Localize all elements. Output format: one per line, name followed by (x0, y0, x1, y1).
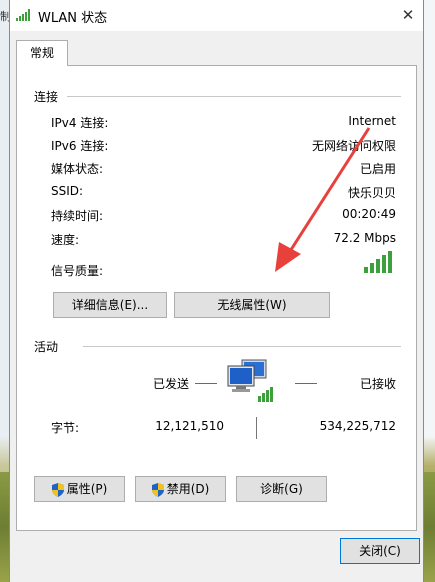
close-button[interactable]: 关闭(C) (340, 538, 420, 564)
window-title: WLAN 状态 (38, 11, 108, 26)
speed-label: 速度: (51, 233, 80, 247)
wireless-properties-button[interactable]: 无线属性(W) (174, 292, 330, 318)
duration-value: 00:20:49 (342, 207, 396, 221)
bytes-sent-value: 12,121,510 (155, 419, 224, 433)
properties-button[interactable]: 属性(P) (34, 476, 125, 502)
bytes-received-value: 534,225,712 (319, 419, 396, 433)
bytes-separator (256, 417, 257, 439)
media-state-label: 媒体状态: (51, 162, 104, 176)
disable-button[interactable]: 禁用(D) (135, 476, 226, 502)
ipv6-label: IPv6 连接: (51, 139, 109, 153)
ssid-label: SSID: (51, 184, 84, 198)
speed-value: 72.2 Mbps (333, 231, 396, 245)
diagnose-button[interactable]: 诊断(G) (236, 476, 327, 502)
tab-general[interactable]: 常规 (16, 40, 68, 66)
activity-divider (83, 346, 401, 347)
wlan-status-dialog: WLAN 状态 ✕ 常规 连接 IPv4 连接: Internet IPv6 连… (9, 0, 424, 582)
uac-shield-icon (151, 482, 164, 497)
close-icon[interactable]: ✕ (393, 0, 423, 31)
wifi-signal-icon (16, 9, 30, 21)
duration-label: 持续时间: (51, 209, 104, 223)
connection-heading: 连接 (34, 90, 59, 104)
ipv6-value: 无网络访问权限 (311, 139, 396, 153)
connection-divider (67, 96, 401, 97)
title-bar[interactable]: WLAN 状态 ✕ (10, 0, 423, 31)
signal-quality-label: 信号质量: (51, 264, 104, 278)
disable-label: 禁用(D) (166, 482, 210, 496)
ipv4-label: IPv4 连接: (51, 116, 109, 130)
properties-label: 属性(P) (66, 482, 108, 496)
bytes-label: 字节: (51, 421, 80, 435)
received-label: 已接收 (359, 377, 396, 391)
details-button[interactable]: 详细信息(E)... (53, 292, 167, 318)
tab-panel: 连接 IPv4 连接: Internet IPv6 连接: 无网络访问权限 媒体… (16, 65, 417, 531)
ipv4-value: Internet (348, 114, 396, 128)
media-state-value: 已启用 (359, 162, 396, 176)
signal-strength-icon (364, 251, 392, 273)
network-computers-icon (227, 359, 273, 402)
uac-shield-icon (51, 482, 64, 497)
activity-heading: 活动 (34, 340, 59, 354)
ssid-value: 快乐贝贝 (347, 186, 396, 200)
sent-label: 已发送 (153, 377, 190, 391)
sent-line (195, 383, 217, 384)
received-line (295, 383, 317, 384)
